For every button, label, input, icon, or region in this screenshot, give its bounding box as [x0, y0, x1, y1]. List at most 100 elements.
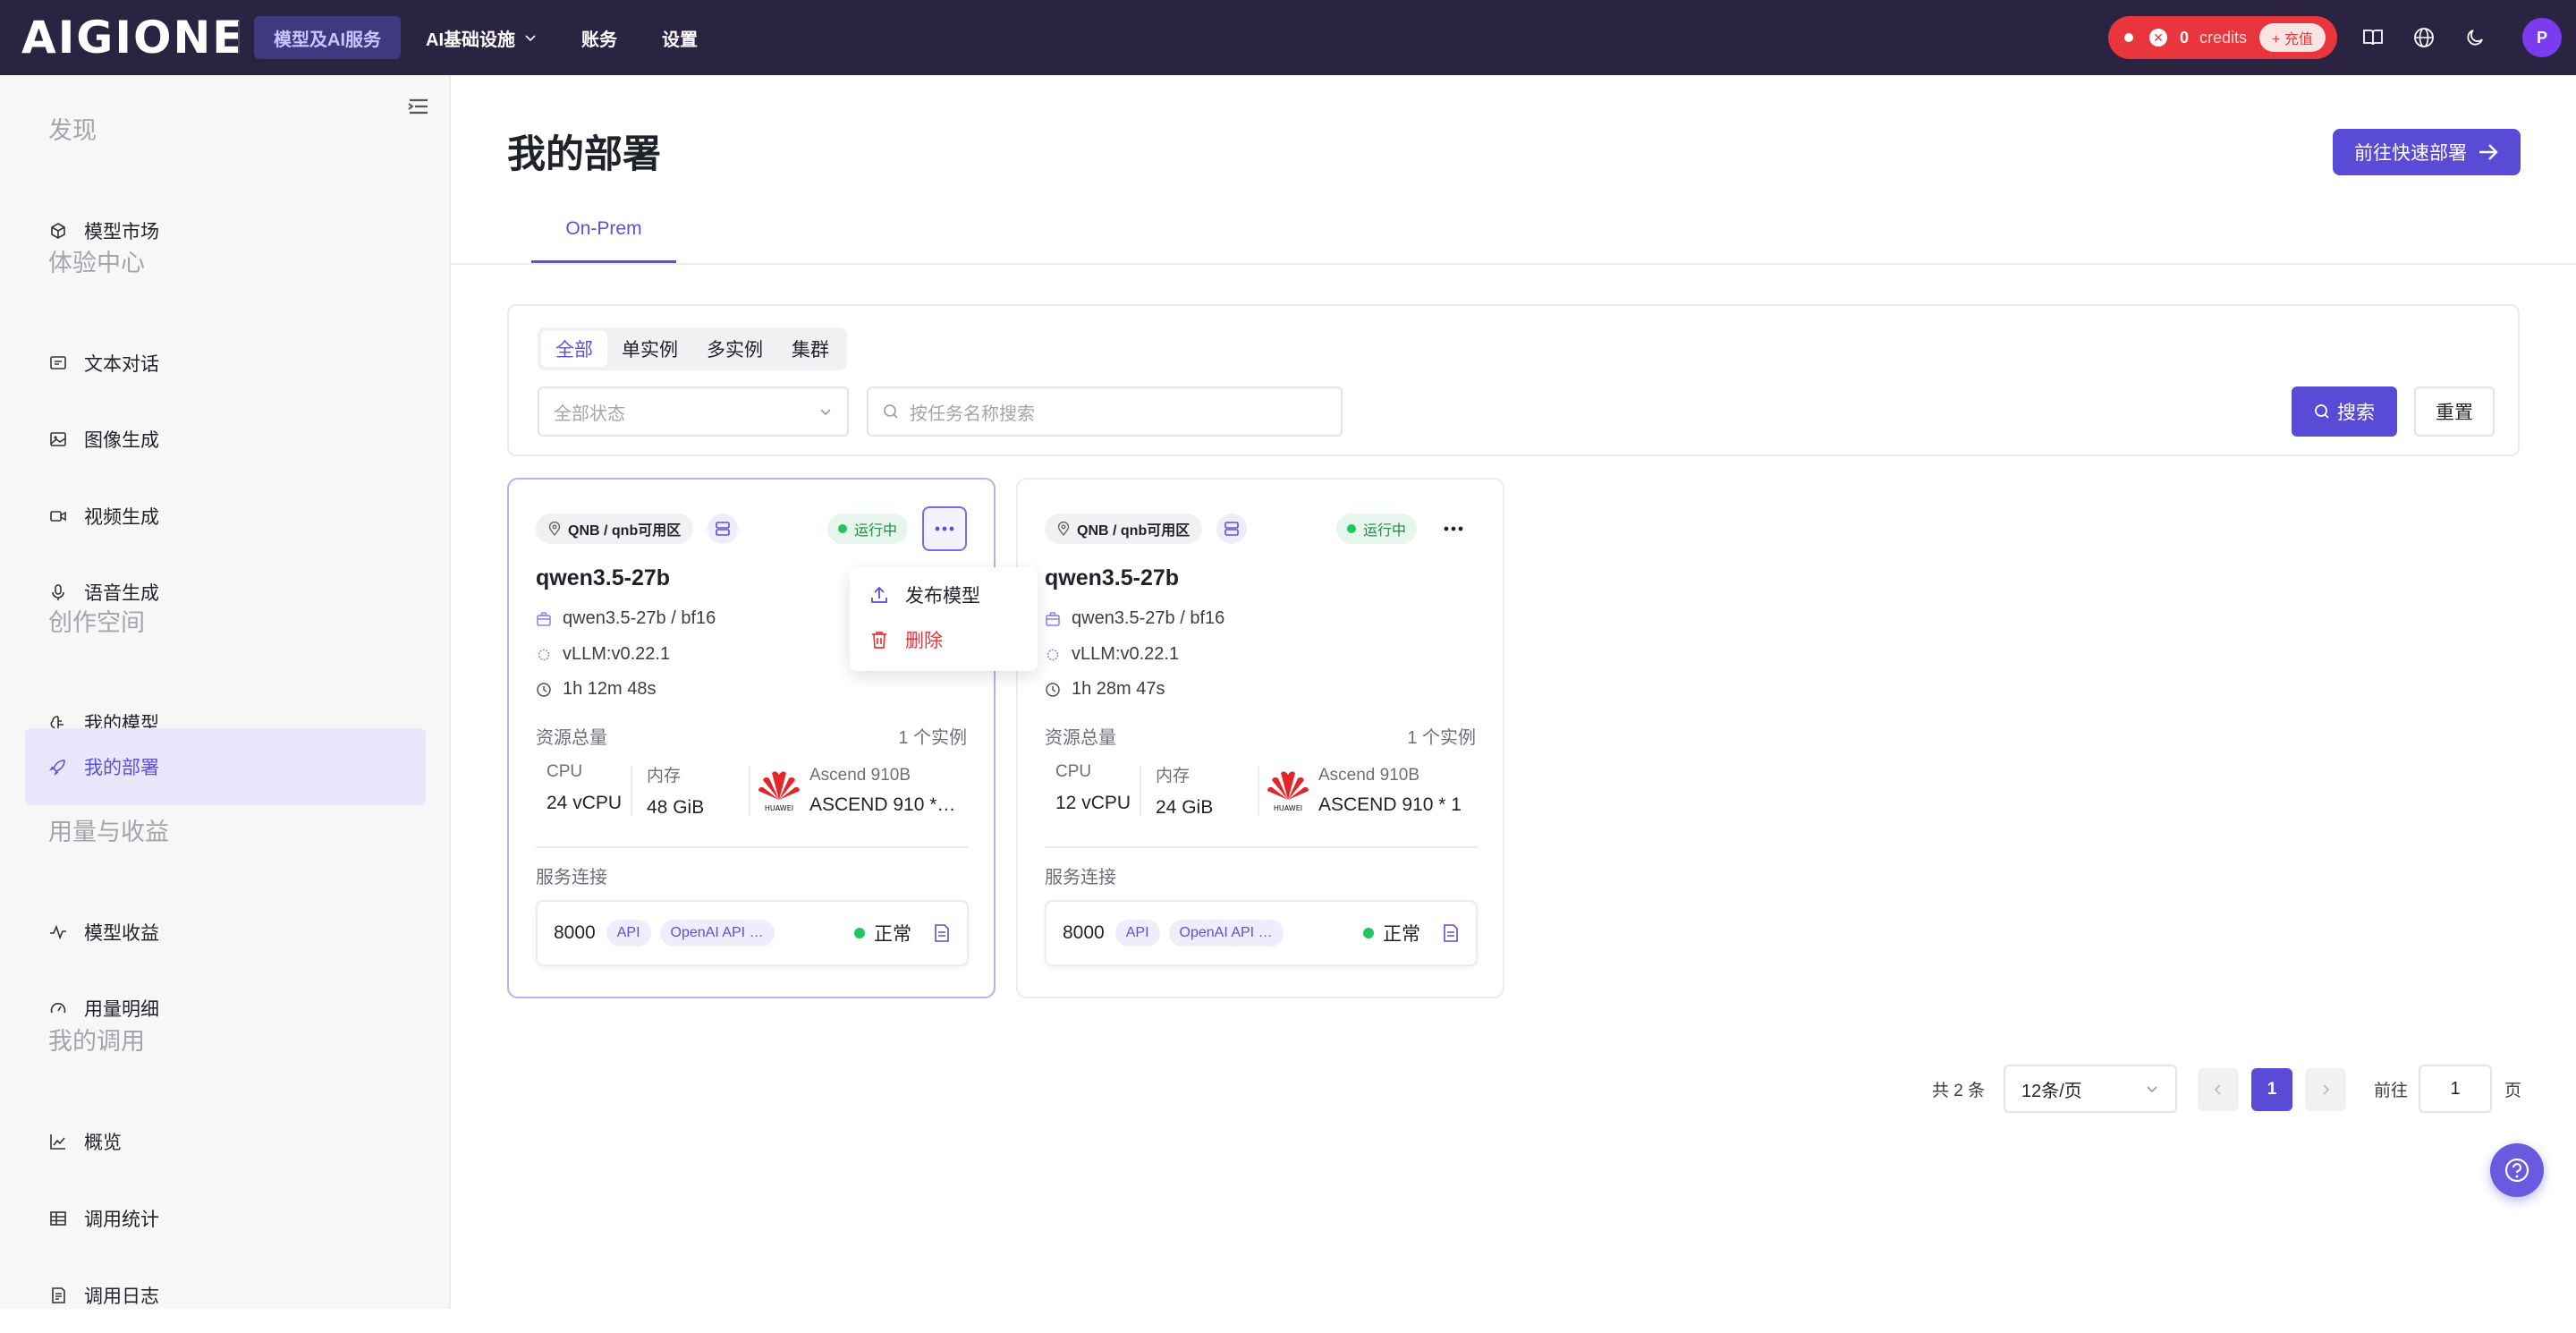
reset-button[interactable]: 重置	[2414, 386, 2495, 437]
avatar[interactable]: P	[2522, 18, 2562, 57]
sidebar-item-model-revenue[interactable]: 模型收益	[25, 895, 426, 970]
page-title: 我的部署	[507, 133, 661, 176]
service-connection[interactable]: 8000 API OpenAI API … 正常	[1045, 900, 1478, 966]
server-icon	[1216, 514, 1247, 544]
next-page-button[interactable]	[2305, 1068, 2346, 1111]
globe-icon[interactable]	[2410, 23, 2438, 52]
port-number: 8000	[1063, 922, 1105, 943]
gauge-icon	[48, 998, 68, 1018]
page-size-select[interactable]: 12条/页	[2004, 1065, 2177, 1113]
arrow-right-icon	[2479, 144, 2498, 160]
deployment-card[interactable]: QNB / qnb可用区 运行中 qwen3.5-27b qwen3.5-27b…	[1016, 478, 1504, 998]
sidebar-item-overview[interactable]: 概览	[25, 1104, 426, 1179]
recharge-button[interactable]: + 充值	[2259, 23, 2326, 52]
package-icon	[1046, 611, 1060, 626]
package-icon	[537, 611, 551, 626]
segment-cluster[interactable]: 集群	[777, 331, 843, 367]
more-actions-button[interactable]	[922, 506, 967, 551]
section-title-my-calls: 我的调用	[48, 1028, 145, 1055]
moon-icon[interactable]	[2461, 23, 2489, 52]
credits-badge[interactable]: ✕ 0 credits + 充值	[2108, 16, 2337, 59]
status-dot-icon	[838, 524, 847, 533]
image-icon	[48, 429, 68, 449]
model-info: qwen3.5-27b / bf16	[1045, 608, 1224, 629]
accelerator-resource: Ascend 910B ASCEND 910 *…	[809, 766, 956, 815]
sidebar-item-text-chat[interactable]: 文本对话	[25, 326, 426, 401]
search-button[interactable]: 搜索	[2292, 386, 2397, 437]
docs-book-icon[interactable]	[2359, 23, 2387, 52]
logo[interactable]: AIGIONE	[14, 7, 242, 68]
instance-count: 1 个实例	[1407, 728, 1476, 748]
tab-divider	[451, 263, 2576, 265]
credits-dot-icon	[2124, 33, 2133, 42]
credits-label: credits	[2199, 28, 2248, 47]
search-input[interactable]: 按任务名称搜索	[867, 386, 1343, 437]
header-divider	[238, 21, 240, 54]
pagination-total: 共 2 条	[1932, 1082, 1986, 1100]
close-circle-icon: ✕	[2149, 29, 2167, 47]
sidebar-item-my-deployments[interactable]: 我的部署	[25, 728, 426, 805]
collapse-menu-icon[interactable]	[406, 95, 431, 118]
resources-label: 资源总量	[1045, 728, 1116, 748]
goto-page-input[interactable]: 1	[2419, 1065, 2492, 1113]
section-title-experience: 体验中心	[48, 250, 145, 276]
sidebar: 发现 模型市场 体验中心 文本对话 图像生成 视频生成 语音生成 创作空间 我的…	[0, 75, 451, 1309]
pulse-icon	[48, 922, 68, 942]
sidebar-item-image-gen[interactable]: 图像生成	[25, 402, 426, 477]
cpu-resource: CPU 24 vCPU	[547, 762, 623, 813]
connection-status: 正常	[854, 920, 911, 947]
location-pin-icon	[548, 522, 561, 536]
segment-single[interactable]: 单实例	[607, 331, 692, 367]
sidebar-item-call-stats[interactable]: 调用统计	[25, 1181, 426, 1256]
uptime-info: 1h 12m 48s	[536, 679, 657, 700]
status-dot-icon	[1363, 928, 1374, 938]
table-icon	[48, 1209, 68, 1228]
segment-multi[interactable]: 多实例	[692, 331, 777, 367]
chevron-right-icon	[2323, 1084, 2330, 1095]
status-dot-icon	[854, 928, 865, 938]
nav-item-settings[interactable]: 设置	[642, 16, 717, 59]
huawei-logo-icon: HUAWEI	[1265, 768, 1311, 812]
api-type-tag: OpenAI API …	[1168, 920, 1284, 947]
engine-info: vLLM:v0.22.1	[536, 644, 670, 665]
goto-label: 前往	[2374, 1082, 2409, 1100]
connection-status: 正常	[1363, 920, 1420, 947]
quick-deploy-button[interactable]: 前往快速部署	[2333, 129, 2521, 175]
rocket-icon	[48, 757, 68, 777]
more-actions-button[interactable]	[1431, 506, 1476, 551]
zone-badge: QNB / qnb可用区	[1045, 514, 1203, 544]
prev-page-button[interactable]	[2198, 1068, 2239, 1111]
segment-all[interactable]: 全部	[541, 331, 607, 367]
accelerator-resource: Ascend 910B ASCEND 910 * 1	[1318, 766, 1462, 815]
trash-icon	[872, 632, 886, 649]
help-button[interactable]	[2490, 1143, 2544, 1197]
deployment-name: qwen3.5-27b	[536, 565, 671, 590]
menu-item-publish-model[interactable]: 发布模型	[850, 573, 1038, 617]
nav-item-billing[interactable]: 账务	[562, 16, 637, 59]
huawei-logo-icon: HUAWEI	[756, 768, 802, 812]
document-icon[interactable]	[933, 923, 951, 943]
resource-divider	[1258, 766, 1259, 816]
actions-dropdown-menu: 发布模型 删除	[850, 567, 1038, 671]
resources-label: 资源总量	[536, 728, 607, 748]
menu-item-delete[interactable]: 删除	[850, 617, 1038, 662]
nav-item-model-services[interactable]: 模型及AI服务	[254, 16, 401, 59]
sidebar-item-call-logs[interactable]: 调用日志	[25, 1258, 426, 1333]
deployment-name: qwen3.5-27b	[1045, 565, 1180, 590]
model-info: qwen3.5-27b / bf16	[536, 608, 716, 629]
engine-info: vLLM:v0.22.1	[1045, 644, 1179, 665]
mic-icon	[48, 582, 68, 602]
sidebar-item-video-gen[interactable]: 视频生成	[25, 479, 426, 554]
chip-icon	[1046, 649, 1059, 660]
svg-text:HUAWEI: HUAWEI	[1274, 804, 1302, 812]
document-icon[interactable]	[1442, 923, 1460, 943]
tab-on-prem[interactable]: On-Prem	[531, 197, 676, 263]
resource-divider	[749, 766, 750, 816]
main-nav: 模型及AI服务 AI基础设施 账务 设置	[254, 0, 723, 75]
nav-item-ai-infra[interactable]: AI基础设施	[406, 16, 556, 59]
deployment-card[interactable]: QNB / qnb可用区 运行中 qwen3.5-27b qwen3.5-27b…	[507, 478, 996, 998]
status-select[interactable]: 全部状态	[538, 386, 849, 437]
page-1-button[interactable]: 1	[2251, 1068, 2292, 1111]
server-icon	[708, 514, 738, 544]
service-connection[interactable]: 8000 API OpenAI API … 正常	[536, 900, 969, 966]
